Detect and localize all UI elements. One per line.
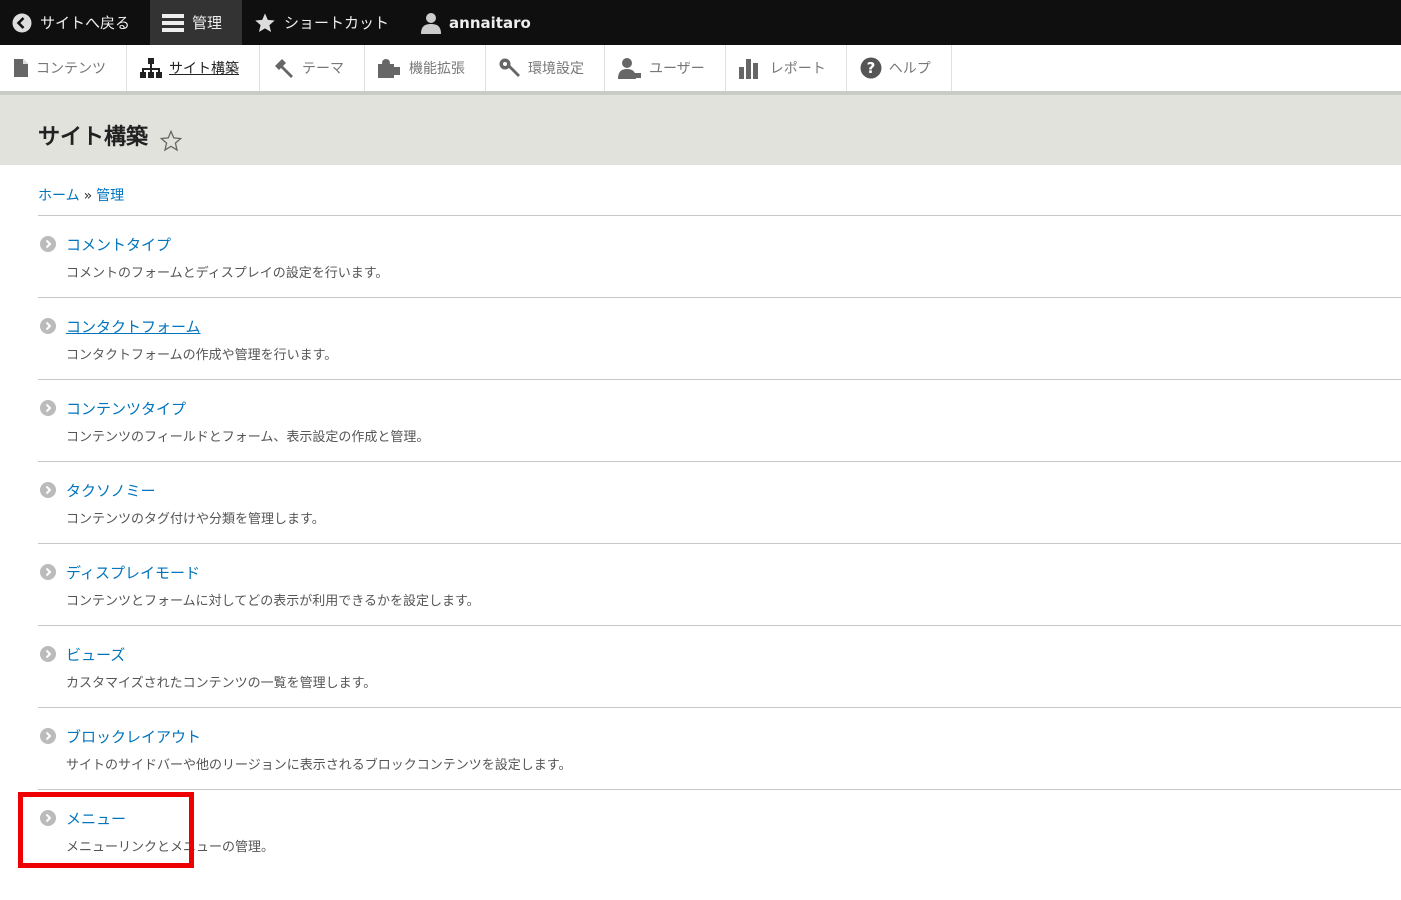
list-item: コンタクトフォーム コンタクトフォームの作成や管理を行います。 (38, 297, 1401, 379)
circle-arrow-icon (40, 728, 56, 744)
people-icon (618, 57, 642, 79)
item-description: コンテンツのタグ付けや分類を管理します。 (66, 512, 325, 527)
admin-link-contact-forms[interactable]: コンタクトフォーム (66, 316, 201, 337)
admin-link-menus[interactable]: メニュー (66, 808, 126, 829)
tray-item-label: ユーザー (649, 61, 705, 77)
tray-item-structure[interactable]: サイト構築 (127, 45, 260, 91)
item-description: メニューリンクとメニューの管理。 (66, 840, 275, 855)
document-icon (13, 59, 29, 77)
page-header: サイト構築 (0, 95, 1401, 165)
tray-item-people[interactable]: ユーザー (605, 45, 726, 91)
breadcrumb-separator: » (83, 188, 93, 204)
circle-arrow-icon (40, 400, 56, 416)
tray-item-reports[interactable]: レポート (726, 45, 847, 91)
brush-icon (273, 58, 295, 78)
circle-arrow-icon (40, 810, 56, 826)
sitemap-icon (140, 58, 162, 78)
circle-arrow-icon (40, 236, 56, 252)
item-description: コンテンツとフォームに対してどの表示が利用できるかを設定します。 (66, 594, 480, 609)
manage-label: 管理 (192, 14, 223, 32)
circle-arrow-icon (40, 318, 56, 334)
tray-item-label: サイト構築 (169, 61, 239, 77)
list-item: ビューズ カスタマイズされたコンテンツの一覧を管理します。 (38, 625, 1401, 707)
tray-item-extend[interactable]: 機能拡張 (365, 45, 486, 91)
item-description: カスタマイズされたコンテンツの一覧を管理します。 (66, 676, 377, 691)
tray-item-configuration[interactable]: 環境設定 (486, 45, 605, 91)
tray-item-label: レポート (769, 61, 826, 77)
item-description: コンタクトフォームの作成や管理を行います。 (66, 348, 338, 363)
list-item: タクソノミー コンテンツのタグ付けや分類を管理します。 (38, 461, 1401, 543)
list-item: コメントタイプ コメントのフォームとディスプレイの設定を行います。 (38, 215, 1401, 297)
admin-link-taxonomy[interactable]: タクソノミー (66, 480, 156, 501)
shortcuts-button[interactable]: ショートカット (242, 0, 409, 45)
item-description: コメントのフォームとディスプレイの設定を行います。 (66, 266, 389, 281)
breadcrumb-admin-link[interactable]: 管理 (96, 188, 124, 204)
list-item: ディスプレイモード コンテンツとフォームに対してどの表示が利用できるかを設定しま… (38, 543, 1401, 625)
shortcuts-label: ショートカット (284, 14, 390, 32)
admin-link-views[interactable]: ビューズ (66, 644, 125, 665)
admin-link-content-types[interactable]: コンテンツタイプ (66, 398, 186, 419)
puzzle-icon (378, 58, 402, 78)
manage-button[interactable]: 管理 (150, 0, 243, 45)
username-label: annaitaro (449, 13, 531, 32)
breadcrumb-home-link[interactable]: ホーム (38, 188, 80, 204)
back-to-site-button[interactable]: サイトへ戻る (0, 0, 150, 45)
admin-link-display-modes[interactable]: ディスプレイモード (66, 562, 200, 583)
tray-item-label: 機能拡張 (409, 61, 465, 77)
list-item: ブロックレイアウト サイトのサイドバーや他のリージョンに表示されるブロックコンテ… (38, 707, 1401, 789)
wrench-icon (499, 58, 521, 78)
back-arrow-icon (12, 13, 32, 33)
user-icon (421, 12, 442, 34)
tray-item-label: テーマ (302, 61, 344, 77)
star-icon (254, 12, 276, 34)
help-icon: ? (860, 57, 882, 79)
bar-chart-icon (738, 57, 763, 79)
item-description: コンテンツのフィールドとフォーム、表示設定の作成と管理。 (66, 430, 430, 445)
admin-toolbar: サイトへ戻る 管理 ショートカット annaitaro (0, 0, 1401, 45)
admin-tray: コンテンツ サイト構築 テーマ 機能拡張 環境設定 ユーザー レポート ? ヘル… (0, 45, 1401, 95)
back-to-site-label: サイトへ戻る (40, 14, 131, 32)
tray-item-label: コンテンツ (36, 61, 106, 77)
circle-arrow-icon (40, 564, 56, 580)
tray-item-help[interactable]: ? ヘルプ (847, 45, 952, 91)
tray-item-content[interactable]: コンテンツ (0, 45, 127, 91)
circle-arrow-icon (40, 646, 56, 662)
list-item: コンテンツタイプ コンテンツのフィールドとフォーム、表示設定の作成と管理。 (38, 379, 1401, 461)
tray-item-appearance[interactable]: テーマ (260, 45, 365, 91)
page-title: サイト構築 (38, 125, 149, 150)
tray-item-label: 環境設定 (528, 61, 584, 77)
admin-link-block-layout[interactable]: ブロックレイアウト (66, 726, 201, 747)
admin-list: コメントタイプ コメントのフォームとディスプレイの設定を行います。 コンタクトフ… (38, 215, 1401, 871)
admin-link-comment-types[interactable]: コメントタイプ (66, 234, 171, 255)
tray-item-label: ヘルプ (888, 61, 931, 77)
user-menu-button[interactable]: annaitaro (409, 0, 551, 45)
list-item: メニュー メニューリンクとメニューの管理。 (38, 789, 1401, 871)
svg-text:?: ? (866, 59, 875, 77)
shortcut-star-icon[interactable] (159, 129, 183, 156)
hamburger-menu-icon (162, 13, 185, 33)
breadcrumb: ホーム» 管理 (38, 185, 124, 205)
circle-arrow-icon (40, 482, 56, 498)
item-description: サイトのサイドバーや他のリージョンに表示されるブロックコンテンツを設定します。 (66, 758, 572, 773)
